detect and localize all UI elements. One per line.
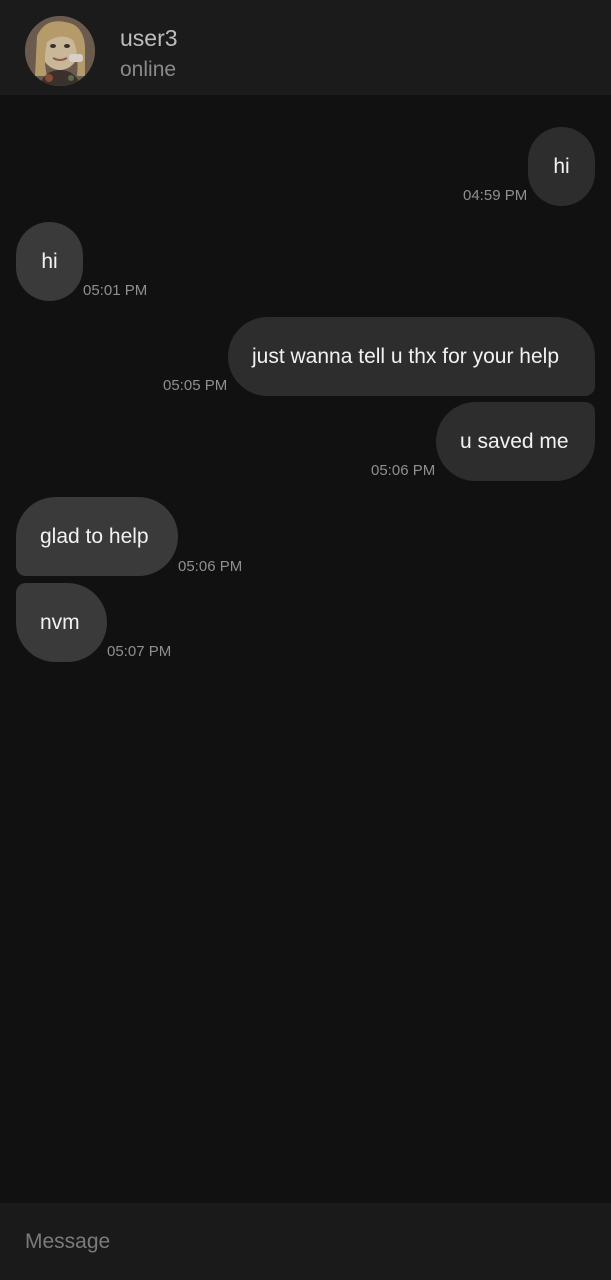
message-bubble-incoming[interactable]: hi	[16, 222, 83, 301]
avatar[interactable]	[25, 16, 95, 86]
message-composer	[0, 1203, 611, 1280]
message-text: u saved me	[460, 430, 569, 453]
message-time: 05:06 PM	[178, 558, 243, 575]
message-bubble-outgoing[interactable]: hi	[528, 127, 595, 206]
message-text: glad to help	[40, 525, 149, 548]
contact-name[interactable]: user3	[120, 24, 178, 52]
chat-header: user3 online	[0, 0, 611, 95]
message-bubble-incoming[interactable]: glad to help	[16, 497, 178, 576]
avatar-photo	[25, 16, 95, 86]
message-time: 04:59 PM	[463, 187, 528, 204]
message-text: nvm	[40, 611, 80, 634]
message-text: just wanna tell u thx for your help	[252, 345, 560, 368]
message-time: 05:07 PM	[107, 643, 172, 660]
message-input[interactable]	[0, 1203, 611, 1280]
message-text: hi	[553, 155, 570, 178]
contact-status: online	[120, 58, 177, 81]
message-text: hi	[41, 250, 58, 273]
message-time: 05:05 PM	[163, 377, 228, 394]
message-bubble-outgoing[interactable]: just wanna tell u thx for your help	[228, 317, 595, 396]
message-bubble-outgoing[interactable]: u saved me	[436, 402, 595, 481]
message-bubble-incoming[interactable]: nvm	[16, 583, 107, 662]
message-time: 05:06 PM	[371, 462, 436, 479]
message-time: 05:01 PM	[83, 282, 148, 299]
